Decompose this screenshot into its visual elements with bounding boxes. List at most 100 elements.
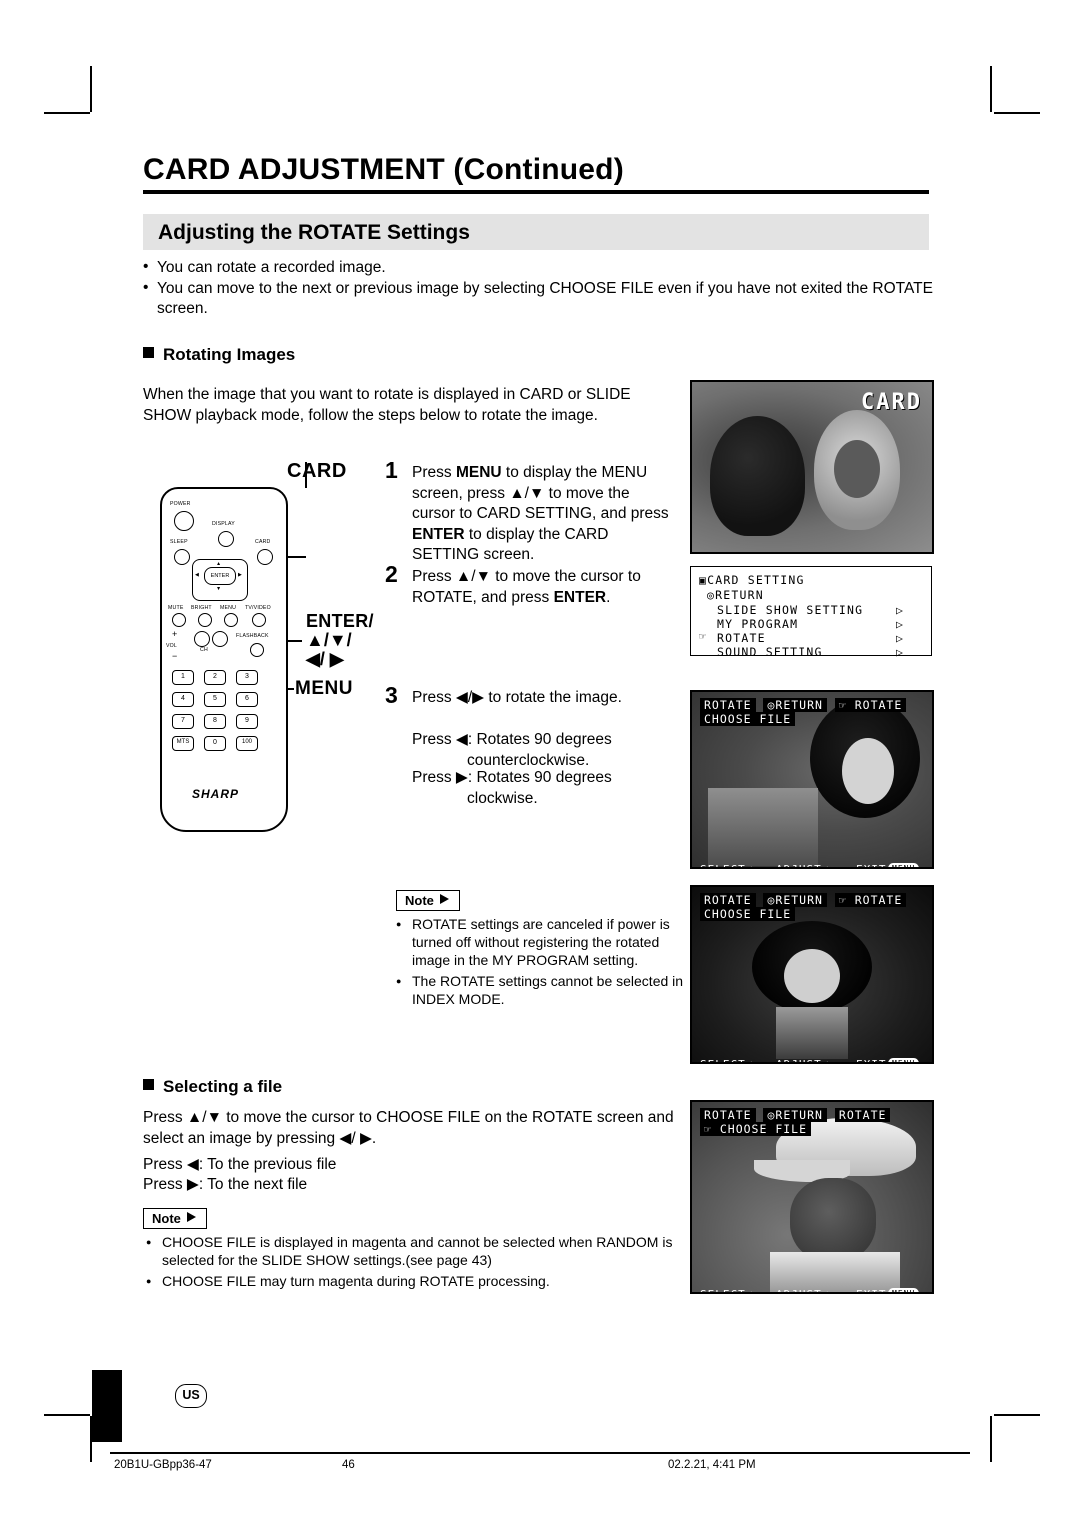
power-button	[174, 511, 194, 531]
osd-adjust-label: ADJUST:	[776, 863, 829, 867]
enter-button: ENTER	[204, 567, 236, 585]
step-3-detail-ccw: Press ◀: Rotates 90 degrees counterclockw…	[412, 731, 612, 769]
step-2-number: 2	[385, 561, 398, 587]
manual-page: CARD ADJUSTMENT (Continued) Adjusting th…	[0, 0, 1080, 1528]
osd-menu-title: ▣CARD SETTING	[699, 573, 805, 587]
osd-updown-icon: ✥	[748, 863, 756, 867]
numeric-key-1: 1	[172, 670, 194, 685]
screenshot-rotate-portrait: ROTATE ◎RETURN ☞ ROTATE CHOOSE FILE SELE…	[690, 885, 934, 1064]
region-badge: US	[175, 1384, 207, 1408]
step-3-number: 3	[385, 682, 398, 708]
step-3: 3 Press ◀/▶ to rotate the image.	[385, 682, 675, 709]
osd-rotate-rotate: ROTATE	[834, 1108, 891, 1122]
note-label: Note	[152, 1211, 181, 1226]
osd-rotate-panel: ROTATE ◎RETURN ☞ ROTATE CHOOSE FILE	[700, 698, 932, 726]
note-arrow-icon	[439, 894, 449, 904]
note-item: The ROTATE settings cannot be selected i…	[396, 972, 684, 1008]
footer-timestamp: 02.2.21, 4:41 PM	[668, 1459, 756, 1471]
numeric-key-2: 2	[204, 670, 226, 685]
osd-menu-return: ◎RETURN	[707, 588, 764, 602]
osd-rotate-rotate: ☞ ROTATE	[834, 698, 907, 712]
osd-updown-icon: ✥	[748, 1058, 756, 1062]
osd-exit-button-icon: MENU	[888, 1058, 920, 1062]
osd-menu-item-my-program[interactable]: MY PROGRAM	[717, 617, 798, 631]
osd-rotate-return: ◎RETURN	[763, 893, 827, 907]
title-rule	[143, 190, 929, 194]
osd-adjust-label: ADJUST:	[776, 1058, 829, 1062]
note-box-1: Note	[396, 890, 460, 911]
power-label: POWER	[170, 501, 191, 507]
ch-label: CH	[200, 647, 208, 653]
cursor-left-icon: ◀	[195, 572, 200, 578]
numeric-key-4: 4	[172, 692, 194, 707]
osd-arrow-icon: ▷	[896, 645, 905, 659]
osd-leftright-icon: ✥	[824, 1288, 832, 1292]
cursor-up-icon: ▲	[216, 561, 222, 567]
osd-rotate-choose-file[interactable]: CHOOSE FILE	[700, 712, 796, 726]
ch-up-button	[194, 631, 210, 647]
osd-updown-icon: ✥	[748, 1288, 756, 1292]
osd-rotate-panel: ROTATE ◎RETURN ☞ ROTATE CHOOSE FILE	[700, 893, 932, 921]
osd-rotate-title: ROTATE	[700, 698, 756, 712]
page-title: CARD ADJUSTMENT (Continued)	[143, 153, 624, 186]
osd-rotate-rotate: ☞ ROTATE	[834, 893, 907, 907]
display-label: DISPLAY	[212, 521, 235, 527]
heading-rotating-images: Rotating Images	[143, 345, 295, 365]
vol-minus-icon: −	[172, 651, 178, 661]
vol-plus-icon: +	[172, 629, 178, 639]
section-subtitle: Adjusting the ROTATE Settings	[158, 221, 470, 244]
osd-select-label: SELECT:	[700, 1288, 753, 1292]
note-1-items: ROTATE settings are canceled if power is…	[396, 915, 684, 1011]
osd-rotate-choose-file[interactable]: ☞ CHOOSE FILE	[700, 1122, 812, 1136]
crop-mark	[990, 1416, 992, 1462]
intro-bullet: You can move to the next or previous ima…	[143, 278, 933, 319]
osd-select-label: SELECT:	[700, 863, 753, 867]
osd-rotate-return: ◎RETURN	[763, 698, 827, 712]
callout-enter-label: ENTER/▲/▼/◀/ ▶	[306, 611, 374, 669]
remote-control-illustration: POWER DISPLAY CARD SLEEP ENTER ▲ ▼ ◀ ▶ M…	[160, 487, 288, 832]
sleep-button	[174, 549, 190, 565]
bright-button	[198, 613, 212, 627]
osd-rotate-choose-file[interactable]: CHOOSE FILE	[700, 907, 796, 921]
numeric-key-8: 8	[204, 714, 226, 729]
crop-mark	[994, 112, 1040, 114]
callout-menu-label: MENU	[295, 678, 353, 699]
card-label: CARD	[255, 539, 271, 545]
osd-exit-button-icon: MENU	[888, 1288, 920, 1292]
mute-button	[172, 613, 186, 627]
screenshot-choose-file: ROTATE ◎RETURN ROTATE ☞ CHOOSE FILE SELE…	[690, 1100, 934, 1294]
crop-mark	[994, 1414, 1040, 1416]
numeric-key-5: 5	[204, 692, 226, 707]
bullet-square-icon	[143, 347, 154, 358]
step-3-text: Press ◀/▶ to rotate the image.	[412, 689, 622, 706]
display-button	[218, 531, 234, 547]
callout-card-label: CARD	[287, 460, 347, 482]
osd-menu-item-slide-show[interactable]: SLIDE SHOW SETTING	[717, 603, 863, 617]
cursor-right-icon: ▶	[238, 572, 243, 578]
note-2-items: CHOOSE FILE is displayed in magenta and …	[146, 1233, 686, 1293]
footer-file-name: 20B1U-GBpp36-47	[114, 1459, 212, 1471]
step-1-text: Press MENU to display the MENU screen, p…	[412, 464, 669, 563]
osd-leftright-icon: ✥	[824, 863, 832, 867]
osd-rotate-title: ROTATE	[700, 1108, 756, 1122]
step-2-text: Press ▲/▼ to move the cursor to ROTATE, …	[412, 568, 641, 606]
step-1-number: 1	[385, 457, 398, 483]
vol-label: VOL	[166, 643, 177, 649]
tvvideo-button	[252, 613, 266, 627]
note-item: CHOOSE FILE may turn magenta during ROTA…	[146, 1272, 686, 1290]
numeric-key-7: 7	[172, 714, 194, 729]
crop-mark	[44, 112, 90, 114]
osd-leftright-icon: ✥	[824, 1058, 832, 1062]
brand-logo: SHARP	[192, 787, 240, 801]
screenshot-rotate-landscape: ROTATE ◎RETURN ☞ ROTATE CHOOSE FILE SELE…	[690, 690, 934, 869]
intro-bullet: You can rotate a recorded image.	[143, 257, 933, 278]
step-1: 1 Press MENU to display the MENU screen,…	[385, 457, 675, 566]
step-3-detail-cw: Press ▶: Rotates 90 degrees clockwise.	[412, 769, 612, 807]
osd-rotate-title: ROTATE	[700, 893, 756, 907]
osd-arrow-icon: ▷	[896, 603, 905, 617]
section-subtitle-bar: Adjusting the ROTATE Settings	[143, 214, 929, 250]
osd-menu-item-sound-setting[interactable]: SOUND SETTING	[717, 645, 823, 659]
osd-menu-item-rotate[interactable]: ROTATE	[717, 631, 766, 645]
osd-adjust-label: ADJUST:	[776, 1288, 829, 1292]
tvvideo-label: TV/VIDEO	[245, 605, 271, 611]
